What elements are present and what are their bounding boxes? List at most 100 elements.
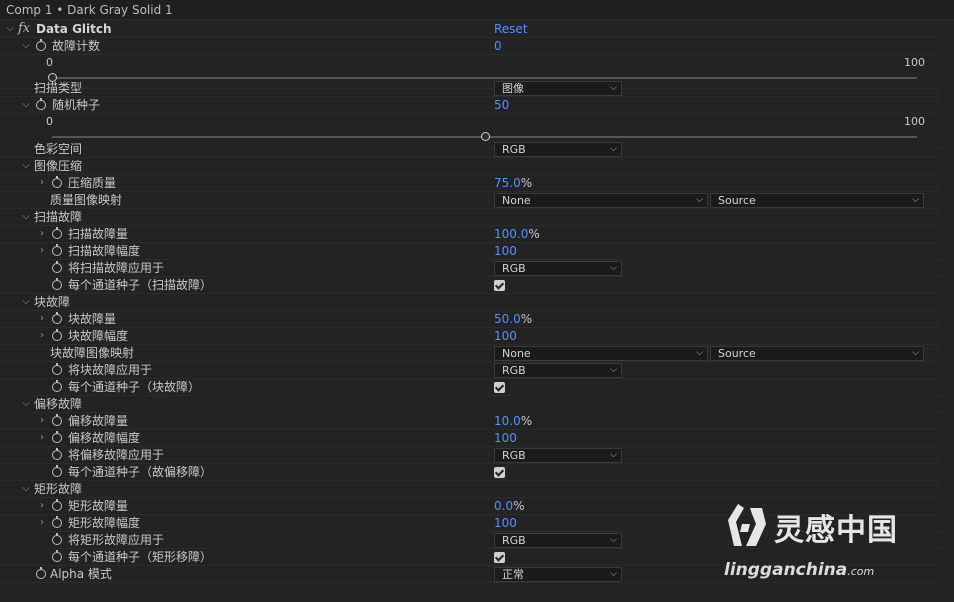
expand-arrow-icon[interactable]: › bbox=[36, 226, 48, 242]
block-glitch-seed-row: 每个通道种子（块故障） bbox=[0, 379, 938, 396]
random-seed-label: 随机种子 bbox=[52, 98, 101, 112]
stopwatch-icon[interactable] bbox=[52, 312, 62, 324]
expand-arrow-icon[interactable]: › bbox=[36, 515, 48, 531]
panel-title: Comp 1 • Dark Gray Solid 1 bbox=[6, 3, 173, 17]
offset-glitch-apply-dropdown[interactable]: RGB ⌵ bbox=[494, 448, 622, 463]
chevron-down-icon: ⌵ bbox=[696, 348, 703, 358]
chevron-down-icon: ⌵ bbox=[610, 450, 617, 460]
scan-type-label: 扫描类型 bbox=[34, 81, 83, 95]
scan-glitch-seed-checkbox[interactable] bbox=[494, 280, 505, 291]
collapse-arrow-icon[interactable]: ⌵ bbox=[20, 481, 32, 497]
offset-glitch-seed-checkbox[interactable] bbox=[494, 467, 505, 478]
stopwatch-icon[interactable] bbox=[52, 244, 62, 256]
panel-header: Comp 1 • Dark Gray Solid 1 bbox=[0, 0, 954, 20]
offset-glitch-magnitude-value[interactable]: 100 bbox=[494, 430, 517, 446]
expand-arrow-icon[interactable]: › bbox=[36, 311, 48, 327]
quality-map-layer-dropdown[interactable]: None ⌵ bbox=[494, 193, 708, 208]
stopwatch-icon[interactable] bbox=[52, 516, 62, 528]
dropdown-value: Source bbox=[718, 194, 756, 207]
rect-glitch-group[interactable]: ⌵ 矩形故障 bbox=[0, 481, 938, 498]
stopwatch-icon[interactable] bbox=[52, 363, 62, 375]
block-glitch-group[interactable]: ⌵ 块故障 bbox=[0, 294, 938, 311]
block-glitch-apply-dropdown[interactable]: RGB ⌵ bbox=[494, 363, 622, 378]
stopwatch-icon[interactable] bbox=[52, 278, 62, 290]
stopwatch-icon[interactable] bbox=[52, 414, 62, 426]
glitch-count-value[interactable]: 0 bbox=[494, 38, 502, 54]
effect-name: Data Glitch bbox=[36, 22, 112, 36]
expand-arrow-icon[interactable]: › bbox=[36, 328, 48, 344]
rect-glitch-magnitude-value[interactable]: 100 bbox=[494, 515, 517, 531]
scan-type-dropdown[interactable]: 图像 ⌵ bbox=[494, 81, 622, 96]
random-seed-slider-thumb[interactable] bbox=[480, 132, 490, 141]
compress-quality-value[interactable]: 75.0% bbox=[494, 175, 532, 191]
block-glitch-map-layer-dropdown[interactable]: None ⌵ bbox=[494, 346, 708, 361]
glitch-count-row: ⌵ 故障计数 0 bbox=[0, 38, 938, 55]
stopwatch-icon[interactable] bbox=[36, 567, 46, 579]
offset-glitch-amount-label: 偏移故障量 bbox=[68, 414, 129, 428]
quality-map-source-dropdown[interactable]: Source ⌵ bbox=[710, 193, 924, 208]
offset-glitch-amount-value[interactable]: 10.0% bbox=[494, 413, 532, 429]
expand-arrow-icon[interactable]: › bbox=[36, 175, 48, 191]
collapse-arrow-icon[interactable]: ⌵ bbox=[20, 209, 32, 225]
stopwatch-icon[interactable] bbox=[36, 98, 46, 110]
collapse-arrow-icon[interactable]: ⌵ bbox=[20, 158, 32, 174]
stopwatch-icon[interactable] bbox=[52, 261, 62, 273]
fx-icon[interactable]: fx bbox=[18, 21, 30, 37]
scan-glitch-magnitude-value[interactable]: 100 bbox=[494, 243, 517, 259]
block-glitch-magnitude-value[interactable]: 100 bbox=[494, 328, 517, 344]
collapse-arrow-icon[interactable]: ⌵ bbox=[4, 21, 16, 37]
block-glitch-apply-row: 将块故障应用于 RGB ⌵ bbox=[0, 362, 938, 379]
stopwatch-icon[interactable] bbox=[52, 550, 62, 562]
color-space-dropdown[interactable]: RGB ⌵ bbox=[494, 142, 622, 157]
expand-arrow-icon[interactable]: › bbox=[36, 413, 48, 429]
chevron-down-icon: ⌵ bbox=[610, 144, 617, 154]
glitch-count-label: 故障计数 bbox=[52, 39, 101, 53]
collapse-arrow-icon[interactable]: ⌵ bbox=[20, 294, 32, 310]
stopwatch-icon[interactable] bbox=[52, 499, 62, 511]
chevron-down-icon: ⌵ bbox=[610, 569, 617, 579]
block-glitch-map-row: 块故障图像映射 None ⌵ Source ⌵ bbox=[0, 345, 938, 362]
effect-header-row[interactable]: ⌵ fx Data Glitch Reset bbox=[0, 21, 938, 38]
chevron-down-icon: ⌵ bbox=[912, 348, 919, 358]
offset-glitch-apply-label: 将偏移故障应用于 bbox=[68, 448, 165, 462]
stopwatch-icon[interactable] bbox=[36, 39, 46, 51]
dropdown-value: RGB bbox=[502, 262, 526, 275]
offset-glitch-group[interactable]: ⌵ 偏移故障 bbox=[0, 396, 938, 413]
block-glitch-magnitude-row: › 块故障幅度 100 bbox=[0, 328, 938, 345]
scan-glitch-apply-dropdown[interactable]: RGB ⌵ bbox=[494, 261, 622, 276]
quality-map-row: 质量图像映射 None ⌵ Source ⌵ bbox=[0, 192, 938, 209]
reset-button[interactable]: Reset bbox=[494, 21, 528, 37]
stopwatch-icon[interactable] bbox=[52, 227, 62, 239]
stopwatch-icon[interactable] bbox=[52, 448, 62, 460]
scan-glitch-amount-value[interactable]: 100.0% bbox=[494, 226, 540, 242]
rect-glitch-apply-dropdown[interactable]: RGB ⌵ bbox=[494, 533, 622, 548]
stopwatch-icon[interactable] bbox=[52, 465, 62, 477]
stopwatch-icon[interactable] bbox=[52, 329, 62, 341]
block-glitch-seed-checkbox[interactable] bbox=[494, 382, 505, 393]
alpha-mode-dropdown[interactable]: 正常 ⌵ bbox=[494, 567, 622, 582]
scan-glitch-group[interactable]: ⌵ 扫描故障 bbox=[0, 209, 938, 226]
collapse-arrow-icon[interactable]: ⌵ bbox=[20, 97, 32, 113]
image-compress-group[interactable]: ⌵ 图像压缩 bbox=[0, 158, 938, 175]
block-glitch-map-source-dropdown[interactable]: Source ⌵ bbox=[710, 346, 924, 361]
scan-glitch-label: 扫描故障 bbox=[34, 210, 83, 224]
scan-glitch-apply-label: 将扫描故障应用于 bbox=[68, 261, 165, 275]
expand-arrow-icon[interactable]: › bbox=[36, 243, 48, 259]
stopwatch-icon[interactable] bbox=[52, 380, 62, 392]
expand-arrow-icon[interactable]: › bbox=[36, 430, 48, 446]
collapse-arrow-icon[interactable]: ⌵ bbox=[20, 38, 32, 54]
rect-glitch-amount-value[interactable]: 0.0% bbox=[494, 498, 525, 514]
scan-glitch-amount-row: › 扫描故障量 100.0% bbox=[0, 226, 938, 243]
block-glitch-amount-value[interactable]: 50.0% bbox=[494, 311, 532, 327]
random-seed-value[interactable]: 50 bbox=[494, 97, 509, 113]
rect-glitch-amount-label: 矩形故障量 bbox=[68, 499, 129, 513]
stopwatch-icon[interactable] bbox=[52, 176, 62, 188]
glitch-count-slider-track[interactable] bbox=[52, 77, 917, 79]
stopwatch-icon[interactable] bbox=[52, 533, 62, 545]
collapse-arrow-icon[interactable]: ⌵ bbox=[20, 396, 32, 412]
dropdown-value: RGB bbox=[502, 143, 526, 156]
rect-glitch-seed-checkbox[interactable] bbox=[494, 552, 505, 563]
expand-arrow-icon[interactable]: › bbox=[36, 498, 48, 514]
block-glitch-magnitude-label: 块故障幅度 bbox=[68, 329, 129, 343]
stopwatch-icon[interactable] bbox=[52, 431, 62, 443]
